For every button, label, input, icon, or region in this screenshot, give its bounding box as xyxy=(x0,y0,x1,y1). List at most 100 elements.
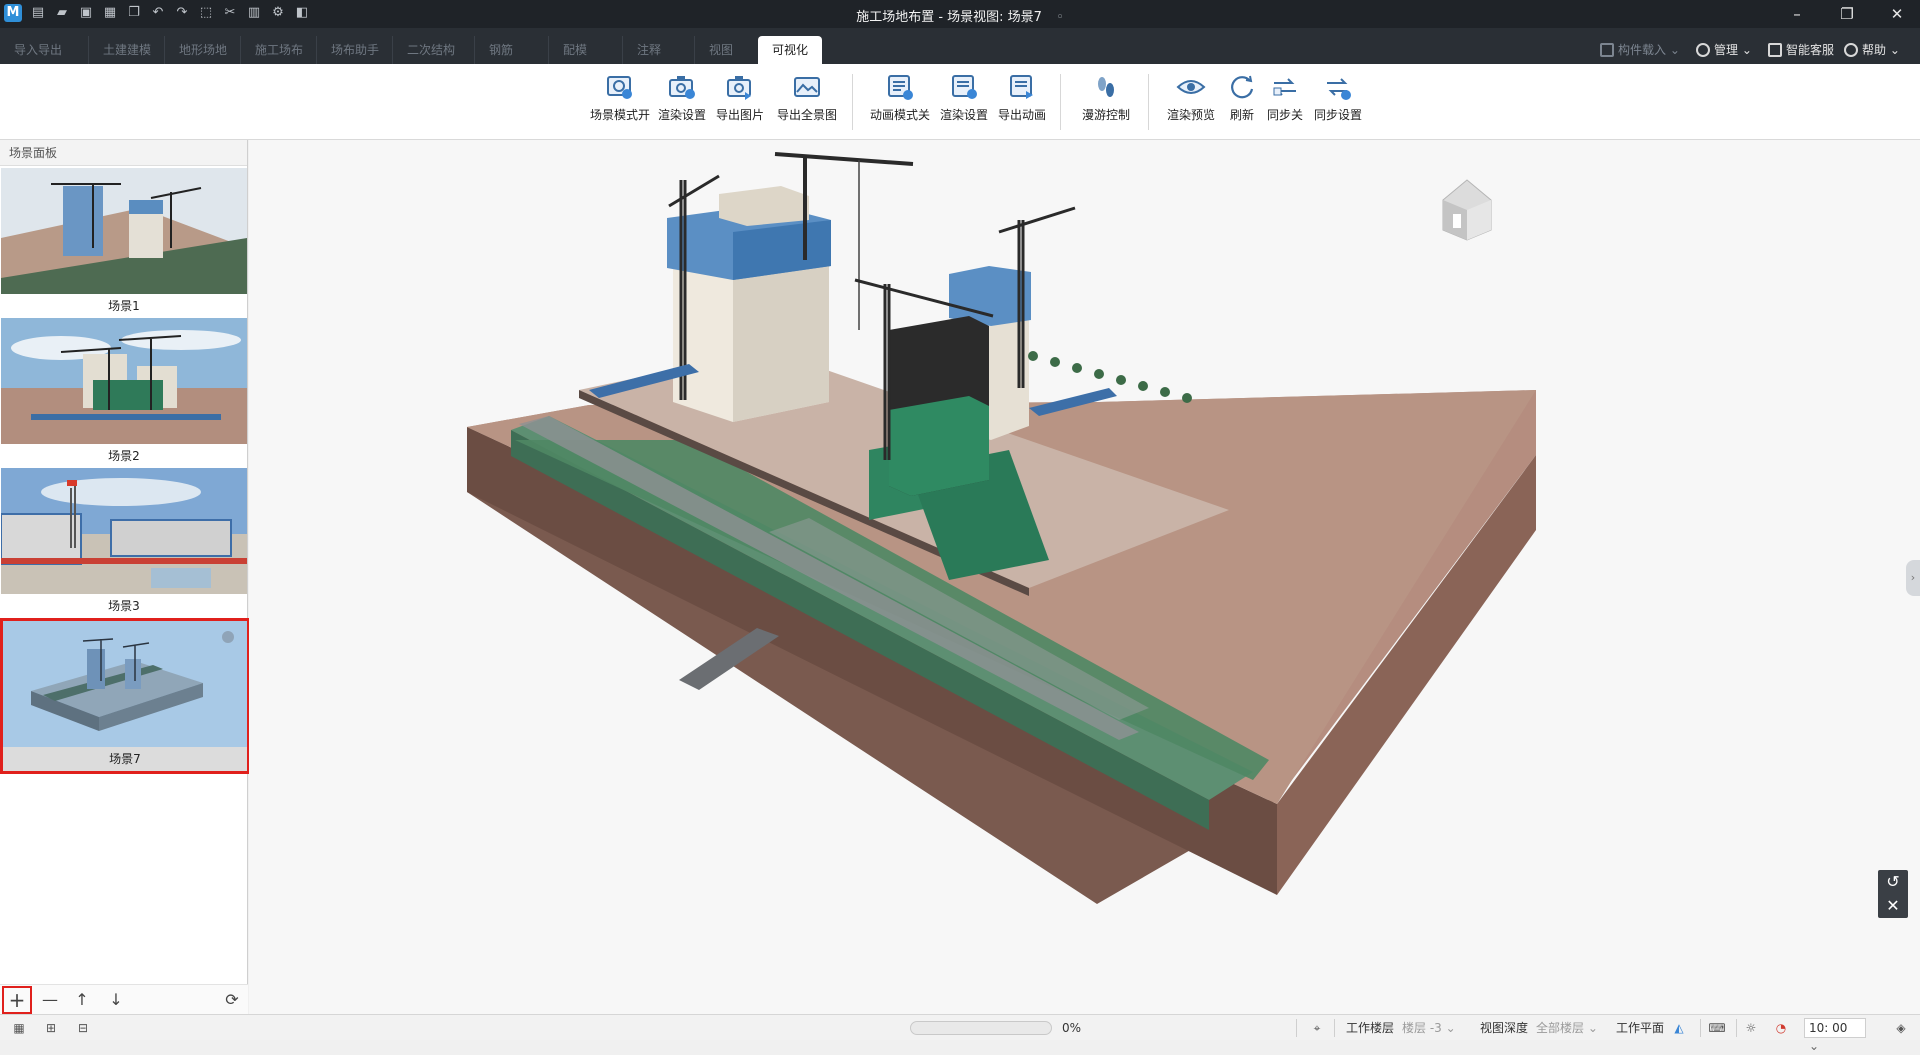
redo-icon[interactable]: ↷ xyxy=(174,5,190,21)
tab-rebar[interactable]: 钢筋 xyxy=(474,36,527,64)
tab-construction-layout[interactable]: 施工场布 xyxy=(240,36,317,64)
layout-multi-icon[interactable]: ⊟ xyxy=(74,1019,92,1037)
export-panorama-icon xyxy=(794,77,820,97)
work-plane-icon[interactable]: ◭ xyxy=(1670,1019,1688,1037)
layout-single-icon[interactable]: ▦ xyxy=(10,1019,28,1037)
scene-mode-button[interactable]: 场景模式开 xyxy=(588,72,652,134)
zoom-fit-icon[interactable]: ⌖ xyxy=(1308,1019,1326,1037)
copy-icon[interactable]: ❐ xyxy=(126,5,142,21)
move-scene-down-button[interactable]: ↓ xyxy=(104,988,128,1012)
scene-label: 场景7 xyxy=(3,747,247,771)
side-panel-toggle[interactable]: › xyxy=(1906,560,1920,596)
view-depth-label: 视图深度 xyxy=(1480,1021,1529,1035)
ribbon-separator xyxy=(1148,74,1149,130)
progress-bar xyxy=(910,1021,1052,1035)
minimize-icon[interactable]: – xyxy=(1774,0,1820,28)
new-icon[interactable]: ▤ xyxy=(30,5,46,21)
sync-settings-button[interactable]: 同步设置 xyxy=(1310,72,1366,134)
service-icon xyxy=(1768,43,1782,57)
help-menu[interactable]: 帮助 ⌄ xyxy=(1844,36,1900,64)
home-view-cube-icon[interactable] xyxy=(1433,174,1503,244)
scene-panel: 场景面板 场景1 场景2 场景3 场景7 + — ↑ ↓ ⟳ xyxy=(0,140,250,1014)
time-select[interactable]: 10: 00 ⌄ xyxy=(1804,1018,1866,1053)
help-icon xyxy=(1844,43,1858,57)
settings-icon[interactable]: ⚙ xyxy=(270,5,286,21)
viewport-tool-panel: ↺ ✕ xyxy=(1878,870,1908,918)
restore-icon[interactable]: ❐ xyxy=(1824,0,1870,28)
title-dropdown-icon[interactable]: ◦ xyxy=(1056,10,1064,25)
render-preview-button[interactable]: 渲染预览 xyxy=(1160,72,1222,134)
scene-mode-icon xyxy=(607,76,632,99)
scene-thumbnail xyxy=(1,468,247,594)
status-separator xyxy=(1334,1019,1335,1037)
scene-label: 场景1 xyxy=(108,299,140,313)
work-floor-select[interactable]: 楼层 -3 ⌄ xyxy=(1402,1019,1470,1037)
roam-control-button[interactable]: 漫游控制 xyxy=(1074,72,1138,134)
sun-icon[interactable]: ☼ xyxy=(1742,1019,1760,1037)
scene-item-1[interactable]: 场景1 xyxy=(1,168,247,318)
cube-icon[interactable]: ◧ xyxy=(294,5,310,21)
scene-thumbnail xyxy=(1,318,247,444)
tab-annotation[interactable]: 注释 xyxy=(622,36,675,64)
refresh-icon xyxy=(1231,75,1254,99)
save-icon[interactable]: ▣ xyxy=(78,5,94,21)
render-preview-icon xyxy=(1176,80,1206,94)
ribbon-separator xyxy=(852,74,853,130)
sync-settings-icon xyxy=(1327,78,1351,100)
scene-item-7[interactable]: 场景7 xyxy=(0,618,250,774)
remove-scene-button[interactable]: — xyxy=(38,988,62,1012)
sync-off-icon xyxy=(1273,78,1296,96)
export-animation-button[interactable]: 导出动画 xyxy=(994,72,1050,134)
tab-formwork[interactable]: 配模 xyxy=(548,36,601,64)
tab-civil-modeling[interactable]: 土建建模 xyxy=(88,36,165,64)
animation-render-settings-button[interactable]: 渲染设置 xyxy=(938,72,990,134)
tab-view[interactable]: 视图 xyxy=(694,36,747,64)
render-settings-icon xyxy=(669,76,695,99)
refresh-scenes-button[interactable]: ⟳ xyxy=(220,988,244,1012)
cut-icon[interactable]: ✂ xyxy=(222,5,238,21)
save-as-icon[interactable]: ▦ xyxy=(102,5,118,21)
view-depth-select[interactable]: 全部楼层 ⌄ xyxy=(1536,1019,1606,1037)
tab-secondary-structure[interactable]: 二次结构 xyxy=(392,36,469,64)
render-quality-icon[interactable]: ◈ xyxy=(1892,1019,1910,1037)
tab-visualization[interactable]: 可视化 xyxy=(758,36,823,64)
window-title: 施工场地布置 - 场景视图: 场景7 xyxy=(856,10,1042,25)
close-icon[interactable]: ✕ xyxy=(1874,0,1920,28)
status-bar: ▦ ⊞ ⊟ 0% ⌖ 工作楼层 楼层 -3 ⌄ 视图深度 全部楼层 ⌄ 工作平面… xyxy=(0,1014,1920,1053)
scene-viewport[interactable]: › ↺ ✕ xyxy=(249,140,1920,1014)
shadow-icon[interactable]: ◔ xyxy=(1772,1019,1790,1037)
manage-icon xyxy=(1696,43,1710,57)
export-panorama-button[interactable]: 导出全景图 xyxy=(772,72,842,134)
title-bar: M ▤ ▰ ▣ ▦ ❐ ↶ ↷ ⬚ ✂ ▥ ⚙ ◧ 施工场地布置 - 场景视图:… xyxy=(0,0,1920,28)
scene-label: 场景3 xyxy=(108,599,140,613)
construction-site-3d-model[interactable] xyxy=(249,140,1920,1014)
close-viewport-tool-icon[interactable]: ✕ xyxy=(1878,894,1908,918)
component-load-icon xyxy=(1600,43,1614,57)
ribbon-separator xyxy=(1060,74,1061,130)
undo-icon[interactable]: ↶ xyxy=(150,5,166,21)
scene-item-2[interactable]: 场景2 xyxy=(1,318,247,468)
keyboard-icon[interactable]: ⌨ xyxy=(1708,1019,1726,1037)
layout-grid-icon[interactable]: ⊞ xyxy=(42,1019,60,1037)
select-icon[interactable]: ⬚ xyxy=(198,5,214,21)
export-image-button[interactable]: 导出图片 xyxy=(712,72,768,134)
animation-mode-button[interactable]: 动画模式关 xyxy=(866,72,934,134)
render-settings-button[interactable]: 渲染设置 xyxy=(656,72,708,134)
tab-import-export[interactable]: 导入导出 xyxy=(0,36,76,64)
smart-service-button[interactable]: 智能客服 xyxy=(1768,36,1834,64)
open-icon[interactable]: ▰ xyxy=(54,5,70,21)
reset-view-icon[interactable]: ↺ xyxy=(1878,870,1908,894)
move-scene-up-button[interactable]: ↑ xyxy=(70,988,94,1012)
add-scene-button[interactable]: + xyxy=(2,986,32,1014)
scene-item-3[interactable]: 场景3 xyxy=(1,468,247,618)
component-load-menu[interactable]: 构件载入 ⌄ xyxy=(1600,36,1680,64)
paste-icon[interactable]: ▥ xyxy=(246,5,262,21)
tab-layout-assistant[interactable]: 场布助手 xyxy=(316,36,393,64)
refresh-button[interactable]: 刷新 xyxy=(1224,72,1260,134)
scene-thumbnail xyxy=(3,621,247,747)
manage-menu[interactable]: 管理 ⌄ xyxy=(1696,36,1752,64)
app-logo-icon: M xyxy=(4,4,22,22)
sync-off-button[interactable]: 同步关 xyxy=(1264,72,1306,134)
ribbon-tab-bar: 导入导出 土建建模 地形场地 施工场布 场布助手 二次结构 钢筋 配模 注释 视… xyxy=(0,28,1920,64)
tab-terrain-site[interactable]: 地形场地 xyxy=(164,36,241,64)
